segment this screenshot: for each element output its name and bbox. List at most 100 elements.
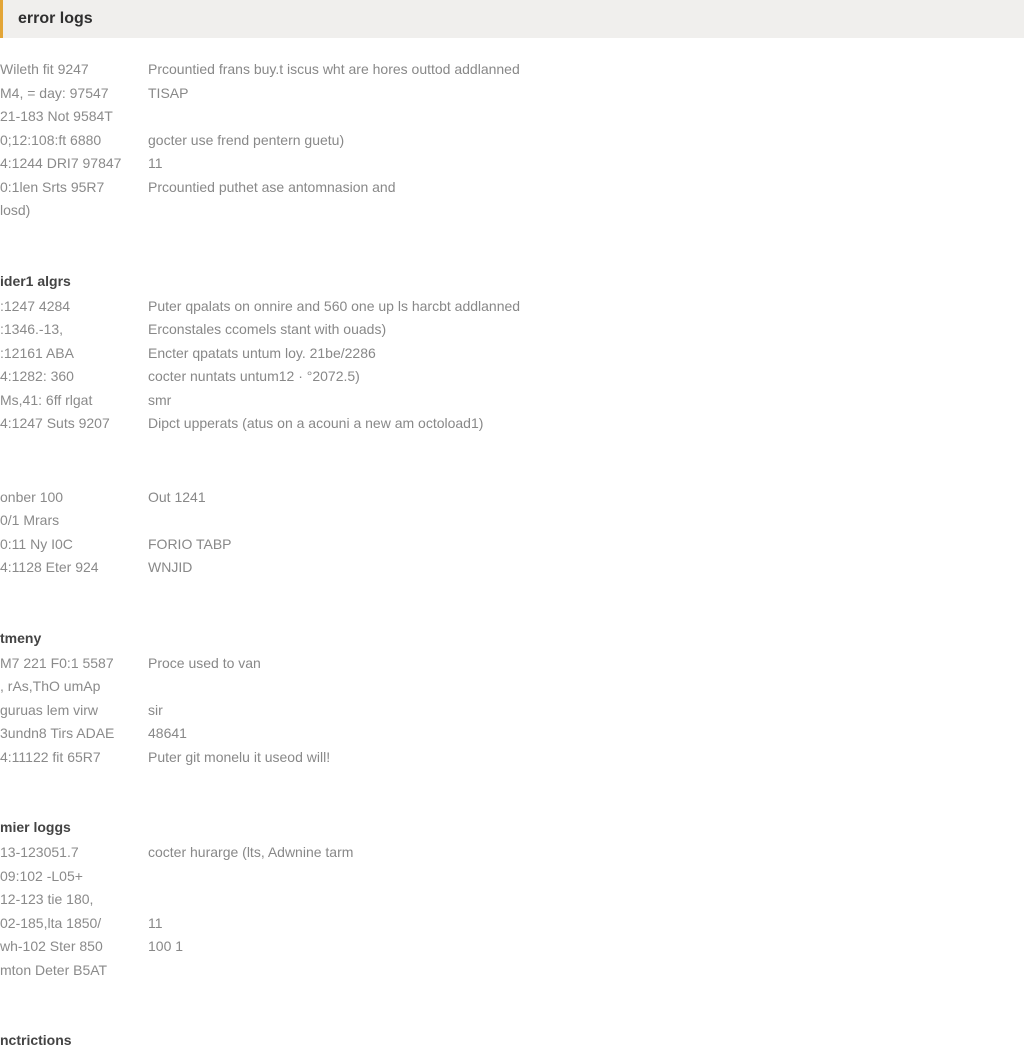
log-message: FORIO TABP bbox=[148, 533, 1024, 557]
section-gap bbox=[0, 600, 1024, 630]
log-meta: wh-102 Ster 850 bbox=[0, 935, 148, 959]
log-meta: 4:1282: 360 bbox=[0, 365, 148, 389]
log-meta: 12-123 tie 180, bbox=[0, 888, 148, 912]
log-meta: 4:1128 Eter 924 bbox=[0, 556, 148, 580]
log-row: losd) bbox=[0, 199, 1024, 223]
section-gap bbox=[0, 789, 1024, 819]
section-heading: nctrictions bbox=[0, 1032, 1024, 1054]
log-message: Erconstales ccomels stant with ouads) bbox=[148, 318, 1024, 342]
log-row: :1346.-13,Erconstales ccomels stant with… bbox=[0, 318, 1024, 342]
page-title: error logs bbox=[18, 10, 93, 27]
log-section: Wileth fit 9247Prcountied frans buy.t is… bbox=[0, 58, 1024, 223]
log-meta: 02-185,lta 1850/ bbox=[0, 912, 148, 936]
log-meta: mton Deter B5AT bbox=[0, 959, 148, 983]
log-message: Puter git monelu it useod will! bbox=[148, 746, 1024, 770]
log-message: 100 1 bbox=[148, 935, 1024, 959]
log-message: 11 bbox=[148, 152, 1024, 176]
log-row: 21-183 Not 9584T bbox=[0, 105, 1024, 129]
log-row: , rAs,ThO umAp bbox=[0, 675, 1024, 699]
section-gap bbox=[0, 456, 1024, 486]
log-meta: :1346.-13, bbox=[0, 318, 148, 342]
log-section: tmenyM7 221 F0:1 5587Proce used to van, … bbox=[0, 630, 1024, 770]
log-row: 0:11 Ny I0CFORIO TABP bbox=[0, 533, 1024, 557]
log-message: TISAP bbox=[148, 82, 1024, 106]
log-meta: losd) bbox=[0, 199, 148, 223]
log-row: 0/1 Mrars bbox=[0, 509, 1024, 533]
log-message bbox=[148, 959, 1024, 983]
section-gap bbox=[0, 1002, 1024, 1032]
log-message: Prcountied frans buy.t iscus wht are hor… bbox=[148, 58, 1024, 82]
log-message bbox=[148, 675, 1024, 699]
log-meta: M4, = day: 97547 bbox=[0, 82, 148, 106]
log-row: :1247 4284Puter qpalats on onnire and 56… bbox=[0, 295, 1024, 319]
log-row: 13-123051.7cocter hurarge (lts, Adwnine … bbox=[0, 841, 1024, 865]
log-row: 09:102 -L05+ bbox=[0, 865, 1024, 889]
log-row: 3undn8 Tirs ADAE48641 bbox=[0, 722, 1024, 746]
log-row: :12161 ABAEncter qpatats untum loy. 21be… bbox=[0, 342, 1024, 366]
log-meta: M7 221 F0:1 5587 bbox=[0, 652, 148, 676]
log-row: 12-123 tie 180, bbox=[0, 888, 1024, 912]
log-section: nctrictions bbox=[0, 1032, 1024, 1054]
log-message bbox=[148, 865, 1024, 889]
log-meta: 0:1len Srts 95R7 bbox=[0, 176, 148, 200]
log-message: WNJID bbox=[148, 556, 1024, 580]
log-meta: 0/1 Mrars bbox=[0, 509, 148, 533]
log-meta: Ms,41: 6ff rlgat bbox=[0, 389, 148, 413]
log-message: Out 1241 bbox=[148, 486, 1024, 510]
log-row: M4, = day: 97547TISAP bbox=[0, 82, 1024, 106]
log-message: Prcountied puthet ase antomnasion and bbox=[148, 176, 1024, 200]
log-row: onber 100Out 1241 bbox=[0, 486, 1024, 510]
log-message bbox=[148, 888, 1024, 912]
log-message: smr bbox=[148, 389, 1024, 413]
section-heading: tmeny bbox=[0, 630, 1024, 652]
log-section: mier loggs13-123051.7cocter hurarge (lts… bbox=[0, 819, 1024, 982]
log-message: 11 bbox=[148, 912, 1024, 936]
header-bar: error logs bbox=[0, 0, 1024, 38]
log-message: Proce used to van bbox=[148, 652, 1024, 676]
section-gap bbox=[0, 243, 1024, 273]
log-message bbox=[148, 105, 1024, 129]
log-row: 0:1len Srts 95R7Prcountied puthet ase an… bbox=[0, 176, 1024, 200]
log-message bbox=[148, 199, 1024, 223]
log-row: Wileth fit 9247Prcountied frans buy.t is… bbox=[0, 58, 1024, 82]
log-meta: :1247 4284 bbox=[0, 295, 148, 319]
log-meta: 09:102 -L05+ bbox=[0, 865, 148, 889]
log-meta: Wileth fit 9247 bbox=[0, 58, 148, 82]
log-section: ider1 algrs:1247 4284Puter qpalats on on… bbox=[0, 273, 1024, 436]
log-message: 48641 bbox=[148, 722, 1024, 746]
log-row: 4:1247 Suts 9207Dipct upperats (atus on … bbox=[0, 412, 1024, 436]
log-message: Encter qpatats untum loy. 21be/2286 bbox=[148, 342, 1024, 366]
log-message: gocter use frend pentern guetu) bbox=[148, 129, 1024, 153]
log-meta: 4:1244 DRI7 97847 bbox=[0, 152, 148, 176]
log-meta: 21-183 Not 9584T bbox=[0, 105, 148, 129]
log-row: 4:1128 Eter 924WNJID bbox=[0, 556, 1024, 580]
log-section: onber 100Out 12410/1 Mrars0:11 Ny I0CFOR… bbox=[0, 486, 1024, 580]
log-meta: :12161 ABA bbox=[0, 342, 148, 366]
log-content: Wileth fit 9247Prcountied frans buy.t is… bbox=[0, 38, 1024, 1054]
log-row: 4:11122 fit 65R7Puter git monelu it useo… bbox=[0, 746, 1024, 770]
log-meta: 13-123051.7 bbox=[0, 841, 148, 865]
log-meta: 4:1247 Suts 9207 bbox=[0, 412, 148, 436]
log-meta: onber 100 bbox=[0, 486, 148, 510]
log-message: Dipct upperats (atus on a acouni a new a… bbox=[148, 412, 1024, 436]
log-meta: 0;12:108:ft 6880 bbox=[0, 129, 148, 153]
log-meta: 4:11122 fit 65R7 bbox=[0, 746, 148, 770]
log-meta: 3undn8 Tirs ADAE bbox=[0, 722, 148, 746]
log-row: Ms,41: 6ff rlgatsmr bbox=[0, 389, 1024, 413]
log-row: 02-185,lta 1850/11 bbox=[0, 912, 1024, 936]
log-meta: 0:11 Ny I0C bbox=[0, 533, 148, 557]
log-row: M7 221 F0:1 5587Proce used to van bbox=[0, 652, 1024, 676]
section-heading: mier loggs bbox=[0, 819, 1024, 841]
log-message: cocter nuntats untum12 · °2072.5) bbox=[148, 365, 1024, 389]
log-row: 4:1244 DRI7 9784711 bbox=[0, 152, 1024, 176]
log-row: mton Deter B5AT bbox=[0, 959, 1024, 983]
section-heading: ider1 algrs bbox=[0, 273, 1024, 295]
log-message bbox=[148, 509, 1024, 533]
log-row: guruas lem virwsir bbox=[0, 699, 1024, 723]
log-row: wh-102 Ster 850100 1 bbox=[0, 935, 1024, 959]
log-meta: guruas lem virw bbox=[0, 699, 148, 723]
log-message: Puter qpalats on onnire and 560 one up l… bbox=[148, 295, 1024, 319]
log-row: 0;12:108:ft 6880gocter use frend pentern… bbox=[0, 129, 1024, 153]
log-meta: , rAs,ThO umAp bbox=[0, 675, 148, 699]
log-row: 4:1282: 360cocter nuntats untum12 · °207… bbox=[0, 365, 1024, 389]
